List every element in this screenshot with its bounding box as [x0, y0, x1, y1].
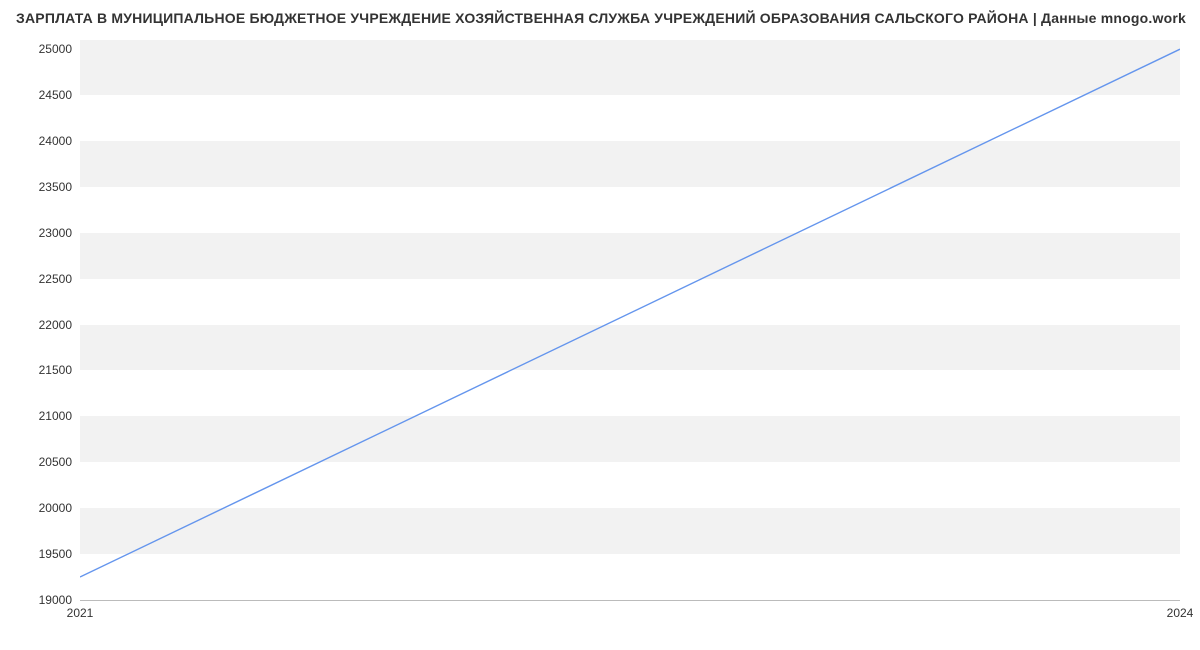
y-tick-label: 22500	[12, 272, 72, 286]
y-tick-label: 24000	[12, 134, 72, 148]
y-tick-label: 21000	[12, 409, 72, 423]
x-tick-label: 2024	[1167, 606, 1194, 620]
y-tick-label: 25000	[12, 42, 72, 56]
y-tick-label: 20500	[12, 455, 72, 469]
x-tick-label: 2021	[67, 606, 94, 620]
line-layer	[80, 40, 1180, 600]
plot-area	[80, 40, 1180, 600]
chart-title: ЗАРПЛАТА В МУНИЦИПАЛЬНОЕ БЮДЖЕТНОЕ УЧРЕЖ…	[16, 10, 1186, 26]
x-axis	[80, 600, 1180, 601]
y-tick-label: 19000	[12, 593, 72, 607]
y-tick-label: 23500	[12, 180, 72, 194]
y-tick-label: 22000	[12, 318, 72, 332]
y-tick-label: 21500	[12, 363, 72, 377]
y-tick-label: 20000	[12, 501, 72, 515]
series-line	[80, 49, 1180, 577]
y-tick-label: 19500	[12, 547, 72, 561]
y-tick-label: 24500	[12, 88, 72, 102]
y-tick-label: 23000	[12, 226, 72, 240]
chart-container: ЗАРПЛАТА В МУНИЦИПАЛЬНОЕ БЮДЖЕТНОЕ УЧРЕЖ…	[0, 0, 1200, 650]
